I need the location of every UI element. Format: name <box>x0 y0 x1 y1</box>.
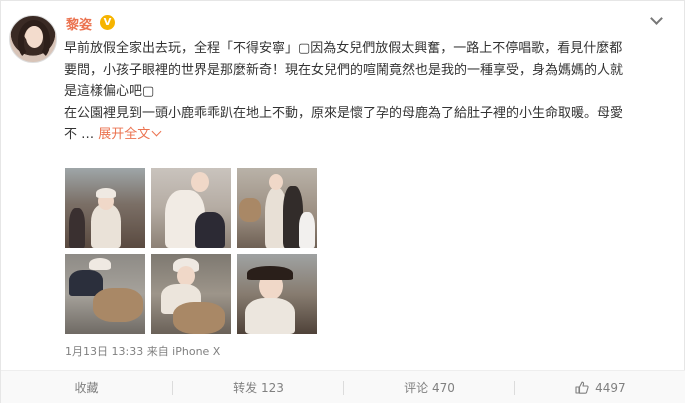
post-text-line: 要問，小孩子眼裡的世界是那麼新奇！現在女兒們的喧鬧竟然也是我的一種享受，身為媽媽… <box>64 62 624 78</box>
username-link[interactable]: 黎姿 <box>66 14 92 33</box>
post-text-line: 早前放假全家出去玩，全程「不得安寧」▢因為女兒們放假太興奮，一路上不停唱歌，看見… <box>64 41 623 56</box>
like-button[interactable]: 4497 <box>515 371 685 403</box>
photo-thumbnail[interactable] <box>65 168 145 248</box>
weibo-post-card: 黎姿 V 早前放假全家出去玩，全程「不得安寧」▢因為女兒們放假太興奮，一路上不停… <box>0 0 685 403</box>
photo-thumbnail[interactable] <box>237 254 317 334</box>
repost-button[interactable]: 转发 123 <box>173 371 344 403</box>
comment-button[interactable]: 评论 470 <box>344 371 515 403</box>
action-bar: 收藏 转发 123 评论 470 4497 <box>1 370 685 403</box>
chevron-down-icon[interactable] <box>650 13 664 27</box>
photo-thumbnail[interactable] <box>151 254 231 334</box>
post-timestamp: 1月13日 13:33 来自 iPhone X <box>65 345 221 358</box>
like-count: 4497 <box>595 381 626 395</box>
comment-label: 评论 470 <box>404 381 455 395</box>
favorite-button[interactable]: 收藏 <box>1 371 172 403</box>
post-text-line: 是這樣偏心吧▢ <box>64 84 155 99</box>
post-text: 早前放假全家出去玩，全程「不得安寧」▢因為女兒們放假太興奮，一路上不停唱歌，看見… <box>64 38 670 146</box>
chevron-down-icon <box>151 126 162 137</box>
photo-thumbnail[interactable] <box>237 168 317 248</box>
post-text-line: 在公園裡見到一頭小鹿乖乖趴在地上不動，原來是懷了孕的母鹿為了給肚子裡的小生命取暖… <box>64 105 624 121</box>
thumbs-up-icon <box>575 381 589 394</box>
post-text-last-line: 不 … 展开全文 <box>64 124 670 146</box>
post-text-line: 不 <box>64 127 78 142</box>
favorite-label: 收藏 <box>74 381 99 395</box>
photo-thumbnail[interactable] <box>151 168 231 248</box>
avatar[interactable] <box>9 15 57 63</box>
expand-full-text-link[interactable]: 展开全文 <box>98 126 162 142</box>
vip-badge-icon: V <box>100 15 115 30</box>
photo-thumbnail[interactable] <box>65 254 145 334</box>
expand-label: 展开全文 <box>98 127 151 142</box>
ellipsis: … <box>77 127 95 142</box>
repost-label: 转发 123 <box>233 381 284 395</box>
